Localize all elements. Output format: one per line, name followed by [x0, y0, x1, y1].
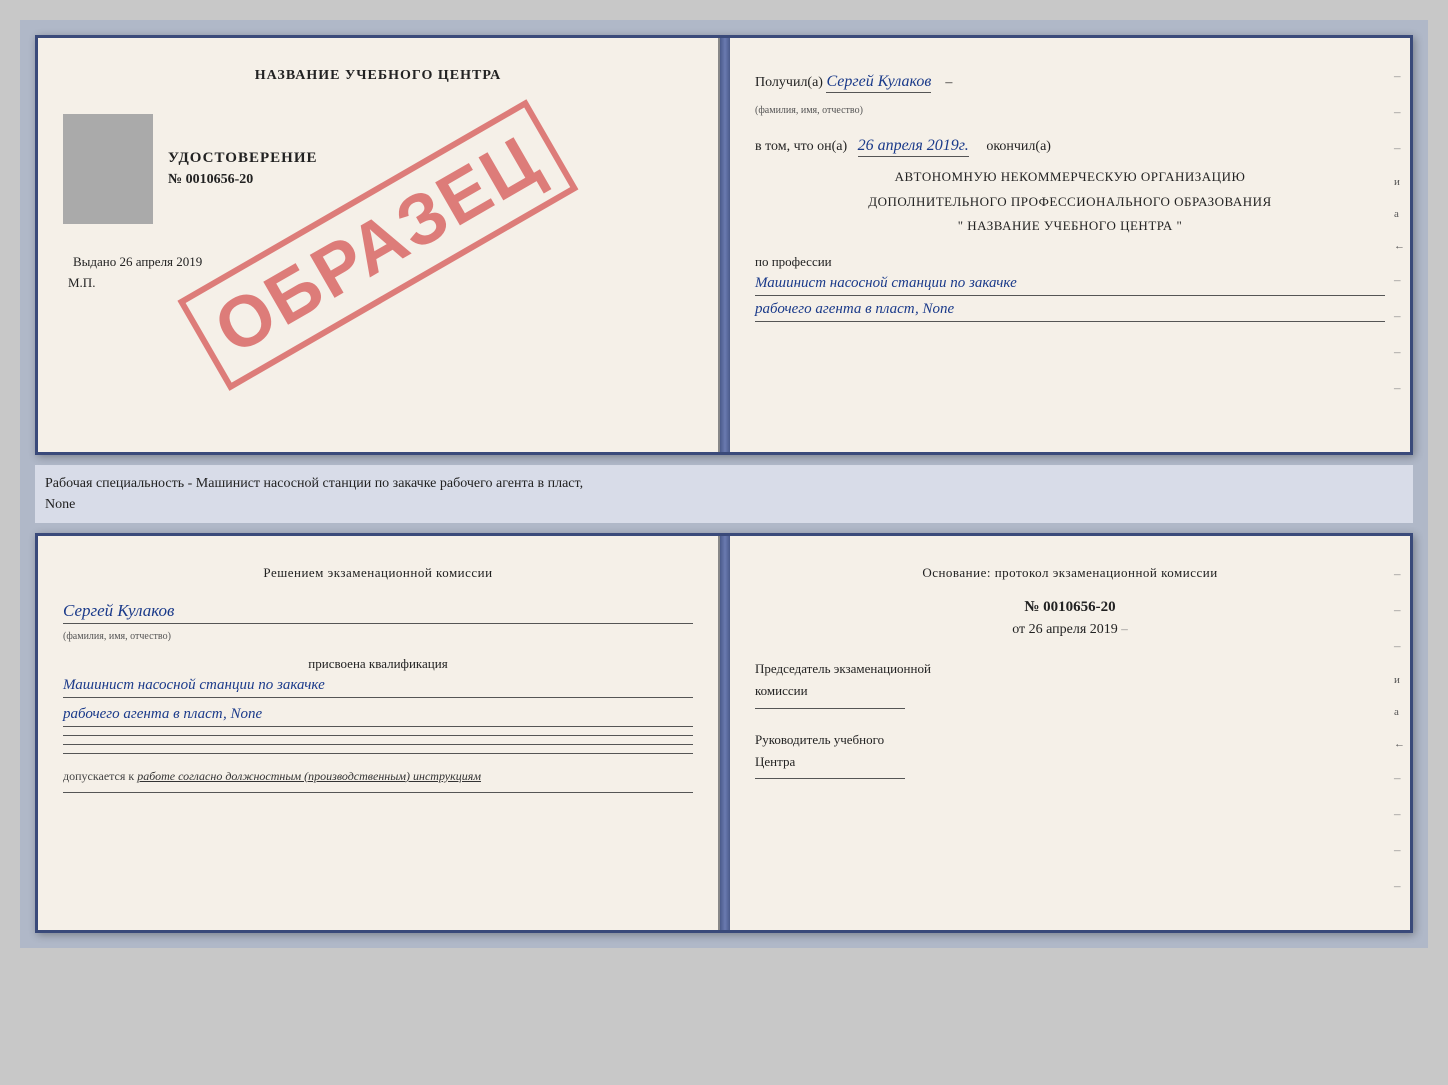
familiya-label: (фамилия, имя, отчество): [755, 105, 863, 116]
rukovoditel-signature-line: [755, 778, 905, 779]
caption-text-line1: Рабочая специальность - Машинист насосно…: [45, 473, 1403, 494]
date-handwritten: 26 апреля 2019г.: [858, 137, 969, 157]
prisvoena-label: присвоена квалификация: [63, 656, 693, 672]
udost-number: № 0010656-20: [168, 172, 318, 188]
protocol-number: № 0010656-20: [755, 599, 1385, 616]
predsedatel-block: Председатель экзаменационной комиссии: [755, 658, 1385, 708]
doc-spine: [720, 38, 730, 452]
rukovoditel-label: Руководитель учебного: [755, 729, 1385, 751]
v-tom-chto-label: в том, что он(а): [755, 139, 847, 154]
ot-label: от: [1012, 622, 1025, 637]
profession-line1: Машинист насосной станции по закачке: [755, 275, 1385, 296]
caption-block: Рабочая специальность - Машинист насосно…: [35, 465, 1413, 523]
top-doc-right: Получил(а) Сергей Кулаков – (фамилия, им…: [730, 38, 1410, 452]
bottom-profession1: Машинист насосной станции по закачке: [63, 677, 693, 698]
rukovoditel-block: Руководитель учебного Центра: [755, 729, 1385, 779]
separator4: [63, 792, 693, 793]
top-doc-left: НАЗВАНИЕ УЧЕБНОГО ЦЕНТРА УДОСТОВЕРЕНИЕ №…: [38, 38, 720, 452]
org-line1: АВТОНОМНУЮ НЕКОММЕРЧЕСКУЮ ОРГАНИЗАЦИЮ: [755, 165, 1385, 190]
bottom-doc-right: Основание: протокол экзаменационной коми…: [730, 536, 1410, 930]
udostoverenie-block: УДОСТОВЕРЕНИЕ № 0010656-20: [63, 114, 693, 224]
caption-text-line2: None: [45, 494, 1403, 515]
right-side-marks: – – – и а ← – – – –: [1394, 68, 1405, 396]
osnovaniye-label: Основание: протокол экзаменационной коми…: [755, 561, 1385, 584]
separator3: [63, 753, 693, 754]
centra-label: Центра: [755, 751, 1385, 773]
bottom-familiya-label: (фамилия, имя, отчество): [63, 631, 171, 642]
photo-placeholder: [63, 114, 153, 224]
bottom-title: Решением экзаменационной комиссии: [63, 561, 693, 586]
mp-line: М.П.: [68, 275, 95, 291]
vydano-line: Выдано 26 апреля 2019: [73, 254, 202, 270]
poluchil-label: Получил(а): [755, 75, 823, 90]
poluchil-line: Получил(а) Сергей Кулаков – (фамилия, им…: [755, 68, 1385, 122]
bottom-profession2: рабочего агента в пласт, None: [63, 706, 693, 727]
v-tom-chto-line: в том, что он(а) 26 апреля 2019г. окончи…: [755, 137, 1385, 155]
dopuskaetsya-label: допускается к: [63, 769, 134, 783]
profession-line2: рабочего агента в пласт, None: [755, 301, 1385, 322]
bottom-name: Сергей Кулаков: [63, 601, 693, 624]
recipient-name: Сергей Кулаков: [826, 73, 931, 93]
bottom-doc-left: Решением экзаменационной комиссии Сергей…: [38, 536, 720, 930]
top-document: НАЗВАНИЕ УЧЕБНОГО ЦЕНТРА УДОСТОВЕРЕНИЕ №…: [35, 35, 1413, 455]
komissii-label: комиссии: [755, 680, 1385, 702]
po-professii-text: по профессии: [755, 254, 832, 269]
rabota-text: работе согласно должностным (производств…: [137, 769, 481, 783]
udost-text-block: УДОСТОВЕРЕНИЕ № 0010656-20: [168, 150, 318, 188]
separator2: [63, 744, 693, 745]
bottom-right-side-marks: – – – и а ← – – – –: [1394, 566, 1405, 894]
bottom-spine: [720, 536, 730, 930]
ot-date-line: от 26 апреля 2019 –: [755, 621, 1385, 638]
org-line2: ДОПОЛНИТЕЛЬНОГО ПРОФЕССИОНАЛЬНОГО ОБРАЗО…: [755, 190, 1385, 215]
page-container: НАЗВАНИЕ УЧЕБНОГО ЦЕНТРА УДОСТОВЕРЕНИЕ №…: [20, 20, 1428, 948]
org-block: АВТОНОМНУЮ НЕКОММЕРЧЕСКУЮ ОРГАНИЗАЦИЮ ДО…: [755, 165, 1385, 239]
bottom-document: Решением экзаменационной комиссии Сергей…: [35, 533, 1413, 933]
predsedatel-label: Председатель экзаменационной: [755, 658, 1385, 680]
predsedatel-signature-line: [755, 708, 905, 709]
udost-title: УДОСТОВЕРЕНИЕ: [168, 150, 318, 167]
separator1: [63, 735, 693, 736]
org-line3: " НАЗВАНИЕ УЧЕБНОГО ЦЕНТРА ": [755, 214, 1385, 239]
top-left-center-title: НАЗВАНИЕ УЧЕБНОГО ЦЕНТРА: [255, 68, 501, 84]
okonchil-label: окончил(а): [986, 139, 1051, 154]
dopuskaetsya-block: допускается к работе согласно должностны…: [63, 769, 693, 784]
ot-date-value: 26 апреля 2019: [1029, 622, 1118, 637]
po-professii-label: по профессии Машинист насосной станции п…: [755, 254, 1385, 322]
